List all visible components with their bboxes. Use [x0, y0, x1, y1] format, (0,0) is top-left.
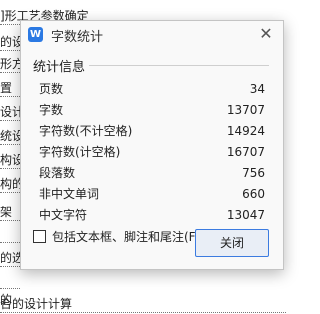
stat-value: 13707: [226, 103, 265, 117]
section-title: 统计信息: [33, 56, 90, 75]
close-button[interactable]: 关闭: [195, 229, 269, 257]
wps-app-icon: W: [28, 27, 43, 42]
doc-line: 的选: [0, 250, 20, 267]
dialog-titlebar[interactable]: W 字数统计 ✕: [21, 21, 283, 47]
stat-value: 660: [242, 187, 265, 201]
doc-line: 构的: [0, 176, 20, 193]
stat-label: 中文字符: [39, 208, 88, 222]
stat-row-chinese-chars: 中文字符 13047: [39, 205, 269, 226]
doc-line: [0, 272, 20, 289]
close-icon[interactable]: ✕: [255, 23, 277, 45]
doc-line: 形方: [0, 56, 20, 73]
stat-label: 非中文单词: [39, 187, 100, 201]
include-textboxes-label: 包括文本框、脚注和尾注(F): [52, 230, 201, 244]
statistics-list: 页数 34 字数 13707 字符数(不计空格) 14924 字符数(计空格) …: [39, 79, 269, 226]
stat-row-paragraphs: 段落数 756: [39, 163, 269, 184]
dialog-title: 字数统计: [51, 30, 104, 45]
stat-value: 756: [242, 166, 265, 180]
stat-row-non-chinese-words: 非中文单词 660: [39, 184, 269, 205]
stat-value: 34: [249, 82, 265, 96]
doc-line: 合的设计计算: [0, 296, 286, 313]
stat-value: 16707: [226, 145, 265, 159]
stat-label: 段落数: [39, 166, 76, 180]
stat-label: 字符数(计空格): [39, 145, 121, 159]
include-textboxes-checkbox[interactable]: [33, 230, 46, 243]
doc-line: 置: [0, 80, 20, 97]
doc-line: [0, 226, 20, 243]
stat-label: 页数: [39, 82, 64, 96]
doc-line: 构设: [0, 152, 20, 169]
doc-line: 统设: [0, 128, 20, 145]
stat-row-pages: 页数 34: [39, 79, 269, 100]
doc-line: 架: [0, 204, 20, 221]
stat-value: 14924: [226, 124, 265, 138]
stat-row-chars-with-spaces: 字符数(计空格) 16707: [39, 142, 269, 163]
stat-value: 13047: [226, 208, 265, 222]
stat-row-words: 字数 13707: [39, 100, 269, 121]
stat-row-chars-no-spaces: 字符数(不计空格) 14924: [39, 121, 269, 142]
include-textboxes-option[interactable]: 包括文本框、脚注和尾注(F): [33, 228, 200, 245]
stat-label: 字数: [39, 103, 64, 117]
stat-label: 字符数(不计空格): [39, 124, 133, 138]
doc-line: 设计: [0, 104, 20, 121]
word-count-dialog: W 字数统计 ✕ 统计信息 页数 34 字数 13707 字符数(不计空格) 1…: [20, 20, 284, 270]
